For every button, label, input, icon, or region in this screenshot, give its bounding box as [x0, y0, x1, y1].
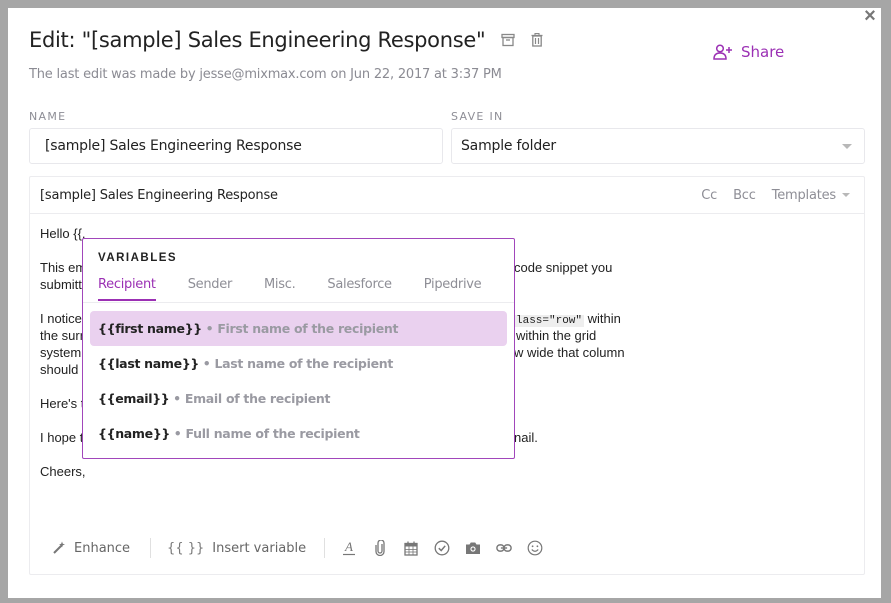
variable-item-name[interactable]: {{name}} • Full name of the recipient	[90, 416, 507, 451]
last-edit-info: The last edit was made by jesse@mixmax.c…	[29, 67, 502, 82]
variable-description: • First name of the recipient	[205, 321, 399, 336]
curly-braces-icon: {{ }}	[167, 540, 205, 556]
variable-tabs: Recipient Sender Misc. Salesforce Pipedr…	[98, 277, 513, 301]
variable-list: {{first name}} • First name of the recip…	[90, 311, 507, 451]
trash-icon[interactable]	[530, 32, 544, 47]
calendar-icon[interactable]	[403, 540, 419, 556]
bcc-button[interactable]: Bcc	[733, 188, 756, 203]
attachment-icon[interactable]	[372, 540, 388, 556]
save-in-value: Sample folder	[461, 138, 556, 154]
body-text: within the grid	[516, 328, 597, 343]
body-text: code snippet you	[514, 260, 613, 275]
chevron-down-icon	[842, 144, 852, 149]
variable-key: {{last name}}	[98, 356, 200, 371]
body-text: I hope t	[40, 430, 84, 445]
variable-description: • Email of the recipient	[173, 391, 331, 406]
variable-item-email[interactable]: {{email}} • Email of the recipient	[90, 381, 507, 416]
cc-button[interactable]: Cc	[701, 188, 717, 203]
subject-row: [sample] Sales Engineering Response Cc B…	[30, 177, 864, 214]
body-text: This em	[40, 260, 87, 275]
chevron-down-icon	[842, 193, 850, 197]
save-in-label: SAVE IN	[451, 110, 504, 123]
variable-item-first-name[interactable]: {{first name}} • First name of the recip…	[90, 311, 507, 346]
body-text: should	[40, 362, 79, 377]
link-icon[interactable]	[496, 540, 512, 556]
page-title: Edit: "[sample] Sales Engineering Respon…	[29, 28, 486, 52]
insert-variable-button[interactable]: {{ }} Insert variable	[167, 541, 306, 556]
editor-toolbar: Enhance {{ }} Insert variable A	[30, 522, 864, 574]
subject-input[interactable]: [sample] Sales Engineering Response	[40, 188, 278, 203]
body-text: system	[40, 345, 82, 360]
variables-popup: VARIABLES Recipient Sender Misc. Salesfo…	[82, 238, 515, 459]
svg-text:A: A	[344, 540, 353, 554]
tab-pipedrive[interactable]: Pipedrive	[424, 277, 482, 301]
share-label: Share	[741, 43, 785, 61]
camera-icon[interactable]	[465, 540, 481, 556]
enhance-button[interactable]: Enhance	[52, 541, 130, 556]
emoji-icon[interactable]	[527, 540, 543, 556]
variables-title: VARIABLES	[98, 252, 178, 264]
share-button[interactable]: Share	[713, 43, 784, 61]
name-label: NAME	[29, 110, 67, 123]
body-text: I notice	[40, 311, 82, 326]
body-text: the surr	[40, 328, 85, 343]
variable-description: • Last name of the recipient	[202, 356, 394, 371]
body-text: w wide that column	[514, 345, 625, 360]
name-input-value: [sample] Sales Engineering Response	[45, 138, 302, 154]
variable-key: {{first name}}	[98, 321, 202, 336]
body-signoff: Cheers,	[40, 464, 86, 479]
body-text: within	[584, 311, 621, 326]
templates-dropdown[interactable]: Templates	[772, 188, 850, 203]
tab-divider	[83, 302, 514, 303]
title-row: Edit: "[sample] Sales Engineering Respon…	[29, 28, 544, 52]
name-input[interactable]: [sample] Sales Engineering Response	[29, 128, 443, 164]
templates-label: Templates	[771, 187, 836, 203]
variable-description: • Full name of the recipient	[173, 426, 360, 441]
archive-icon[interactable]	[501, 33, 516, 47]
code-snippet: lass="row"	[514, 315, 585, 327]
enhance-label: Enhance	[74, 540, 131, 556]
tab-sender[interactable]: Sender	[188, 277, 233, 301]
magic-wand-icon	[53, 541, 65, 554]
toolbar-divider	[150, 538, 152, 558]
tab-recipient[interactable]: Recipient	[98, 277, 156, 301]
tab-misc[interactable]: Misc.	[264, 277, 296, 301]
save-in-select[interactable]: Sample folder	[451, 128, 865, 164]
tab-salesforce[interactable]: Salesforce	[327, 277, 392, 301]
body-text: submitt	[40, 277, 82, 292]
insert-variable-label: Insert variable	[212, 540, 307, 556]
checkmark-icon[interactable]	[434, 540, 450, 556]
variable-key: {{email}}	[98, 391, 170, 406]
close-icon[interactable]: ×	[861, 6, 879, 26]
add-user-icon	[713, 44, 732, 60]
variable-item-last-name[interactable]: {{last name}} • Last name of the recipie…	[90, 346, 507, 381]
font-color-icon[interactable]: A	[341, 540, 357, 556]
variable-key: {{name}}	[98, 426, 171, 441]
body-text: nail.	[514, 430, 538, 445]
toolbar-divider	[324, 538, 326, 558]
